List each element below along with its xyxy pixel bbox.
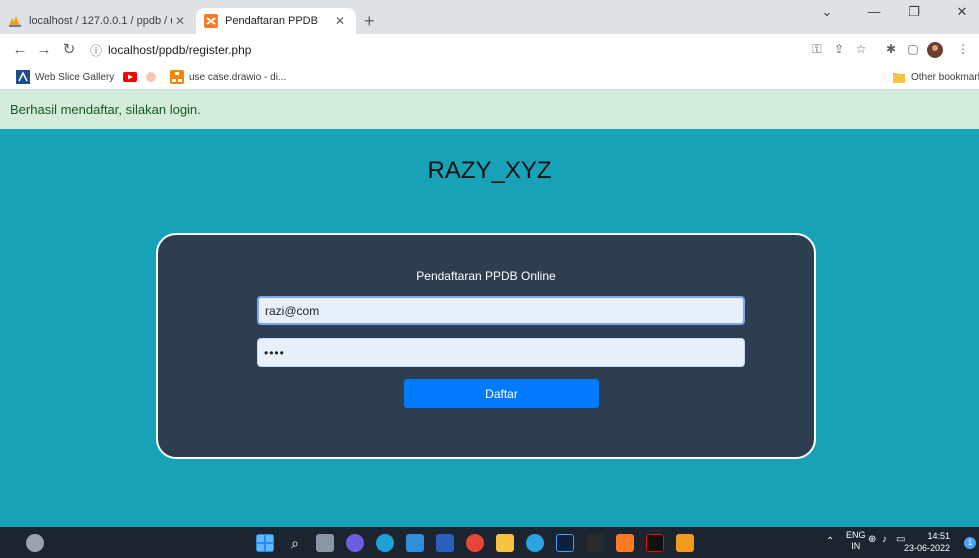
weather-icon[interactable] [26,534,44,552]
language-top: ENG [846,530,866,540]
network-icon[interactable]: ⊕ [868,534,876,545]
sublime-icon[interactable] [676,534,694,552]
clock-date: 23-06-2022 [904,543,951,553]
close-window-icon[interactable]: ✕ [945,4,979,20]
edge-icon[interactable] [376,534,394,552]
photoshop-icon[interactable] [556,534,574,552]
language-indicator[interactable]: ENG IN [846,530,866,552]
daftar-button[interactable]: Daftar [404,379,599,408]
folder-icon [892,70,906,84]
drawio-icon [170,70,184,84]
youtube-icon [123,70,137,84]
xampp-taskbar-icon[interactable] [616,534,634,552]
restore-icon[interactable]: ❐ [897,4,931,20]
word-icon[interactable] [436,534,454,552]
language-bottom: IN [851,541,861,551]
menu-icon[interactable]: ⋮ [954,42,972,56]
back-icon[interactable]: ← [10,40,30,60]
tab-phpmyadmin[interactable]: localhost / 127.0.0.1 / ppdb / use ✕ [0,8,196,34]
search-icon[interactable]: ⌕ [286,534,304,552]
address-bar[interactable]: ⓘ localhost/ppdb/register.php [90,38,790,62]
task-view-icon[interactable] [316,534,334,552]
brand-title: RAZY_XYZ [427,157,552,184]
close-icon[interactable]: ✕ [172,14,188,28]
share-icon[interactable]: ⇪ [830,42,848,56]
tray-overflow-icon[interactable]: ⌃ [826,536,834,547]
bookmark-drawio[interactable]: use case.drawio - di... [170,70,286,84]
figma-icon [144,70,158,84]
register-card: Pendaftaran PPDB Online Daftar [156,233,816,459]
profile-avatar-icon[interactable] [926,42,944,61]
bookmark-label: Web Slice Gallery [35,71,115,83]
tab-title: Pendaftaran PPDB [225,15,318,27]
web-slice-icon [16,70,30,84]
phpmyadmin-icon [8,14,22,28]
page-content: Berhasil mendaftar, silakan login. RAZY_… [0,90,979,527]
info-icon[interactable]: ⓘ [90,42,102,59]
form-title: Pendaftaran PPDB Online [416,269,556,283]
windows-taskbar: ⌕ ⌃ ENG IN ⊕ ♪ ▭ 14:51 23-06-2022 1 [0,527,979,558]
success-alert: Berhasil mendaftar, silakan login. [0,90,979,129]
bookmarks-bar: Web Slice Gallery use case.drawio - di..… [0,66,979,90]
vegas-icon[interactable] [586,534,604,552]
extensions-icon[interactable]: ✱ [882,42,900,56]
key-icon[interactable]: ⚿ [808,42,826,57]
tab-pendaftaran[interactable]: Pendaftaran PPDB ✕ [196,8,356,34]
calculator-icon[interactable] [406,534,424,552]
password-input[interactable] [257,338,745,367]
notification-badge[interactable]: 1 [964,537,976,549]
xampp-icon [204,14,218,28]
forward-icon[interactable]: → [34,40,54,60]
other-bookmarks[interactable]: Other bookmarks [892,70,979,84]
tab-strip: localhost / 127.0.0.1 / ppdb / use ✕ Pen… [0,0,979,34]
windows-start-icon[interactable] [256,534,274,552]
minimize-icon[interactable]: — [857,4,891,19]
url-text: localhost/ppdb/register.php [108,43,252,57]
tab-search-icon[interactable]: ⌄ [810,4,844,20]
bookmark-figma[interactable] [144,70,163,84]
side-panel-icon[interactable]: ▢ [904,42,922,56]
volume-icon[interactable]: ♪ [882,534,887,545]
close-icon[interactable]: ✕ [332,14,348,28]
other-bookmarks-label: Other bookmarks [911,71,979,83]
email-input[interactable] [257,296,745,325]
bookmark-youtube[interactable] [123,70,142,84]
tab-title: localhost / 127.0.0.1 / ppdb / use [29,15,172,27]
bookmark-web-slice[interactable]: Web Slice Gallery [16,70,114,84]
new-tab-button[interactable]: + [364,11,375,31]
clock[interactable]: 14:51 23-06-2022 [904,530,950,554]
star-icon[interactable]: ☆ [852,42,870,56]
chrome-icon[interactable] [466,534,484,552]
telegram-icon[interactable] [526,534,544,552]
browser-toolbar: ← → ↻ ⓘ localhost/ppdb/register.php ⚿ ⇪ … [0,34,979,66]
chat-icon[interactable] [346,534,364,552]
reload-icon[interactable]: ↻ [59,40,79,60]
netflix-icon[interactable] [646,534,664,552]
bookmark-label: use case.drawio - di... [189,71,287,83]
file-explorer-icon[interactable] [496,534,514,552]
clock-time: 14:51 [927,531,951,541]
alert-text: Berhasil mendaftar, silakan login. [10,102,201,117]
